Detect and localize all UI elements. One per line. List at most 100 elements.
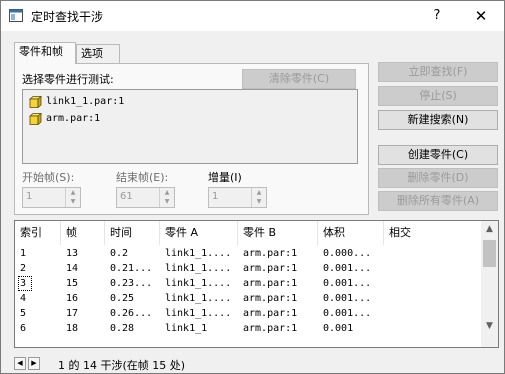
column-header-time[interactable]: 时间: [105, 221, 160, 245]
interference-dialog: 定时查找干涉 ? ✕ 零件和帧 选项 选择零件进行测试: 清除零件(C) lin…: [0, 0, 505, 374]
part-name: arm.par:1: [46, 113, 101, 124]
table-row[interactable]: 2 14 0.21... link1_1.... arm.par:1 0.001...: [15, 261, 481, 276]
cell-part-b: arm.par:1: [243, 278, 298, 289]
delete-part-button[interactable]: 删除零件(D): [378, 168, 498, 188]
part-cube-icon: [29, 96, 42, 108]
arrow-down-icon[interactable]: ▼: [252, 197, 266, 206]
column-header-frame[interactable]: 帧: [61, 221, 105, 245]
scroll-thumb[interactable]: [483, 240, 496, 267]
step-value: 1: [212, 191, 219, 202]
column-header-part-b[interactable]: 零件 B: [238, 221, 318, 245]
status-text: 1 的 14 干涉(在帧 15 处): [58, 359, 186, 372]
column-header-part-a[interactable]: 零件 A: [160, 221, 238, 245]
title-bar: 定时查找干涉 ? ✕: [1, 1, 504, 31]
arrow-down-icon[interactable]: ▼: [160, 197, 174, 206]
start-frame-stepper[interactable]: 1 ▲ ▼: [22, 187, 81, 208]
end-frame-stepper[interactable]: 61 ▲ ▼: [116, 187, 175, 208]
cell-time: 0.2: [110, 248, 129, 259]
cell-intersect: [384, 306, 481, 321]
select-parts-label: 选择零件进行测试:: [22, 73, 114, 86]
clear-parts-button[interactable]: 清除零件(C): [242, 69, 356, 89]
cell-frame: 18: [66, 323, 79, 334]
part-cube-icon: [29, 113, 42, 125]
cell-frame: 16: [66, 293, 79, 304]
status-bar: ◀ ▶ 1 的 14 干涉(在帧 15 处): [14, 356, 499, 372]
cell-part-a: link1_1....: [165, 263, 232, 274]
cell-part-b: arm.par:1: [243, 308, 298, 319]
help-button[interactable]: ?: [425, 5, 449, 27]
stepper-buttons: ▲ ▼: [65, 188, 80, 207]
create-part-button[interactable]: 创建零件(C): [378, 145, 498, 165]
cell-intersect: [384, 261, 481, 276]
tab-options[interactable]: 选项: [76, 44, 120, 64]
new-search-button[interactable]: 新建搜索(N): [378, 110, 498, 130]
cell-intersect: [384, 291, 481, 306]
step-stepper[interactable]: 1 ▲ ▼: [208, 187, 267, 208]
table-row[interactable]: 6 18 0.28 link1_1 arm.par:1 0.001: [15, 321, 481, 336]
delete-all-parts-button[interactable]: 删除所有零件(A): [378, 191, 498, 211]
cell-time: 0.25: [110, 293, 135, 304]
next-icon[interactable]: ▶: [28, 357, 40, 370]
scroll-up-icon[interactable]: ▲: [481, 221, 498, 238]
end-frame-value: 61: [120, 191, 133, 202]
start-frame-label: 开始帧(S):: [22, 171, 75, 184]
cell-time: 0.26...: [110, 308, 153, 319]
column-header-volume[interactable]: 体积: [318, 221, 384, 245]
cell-frame: 13: [66, 248, 79, 259]
cell-volume: 0.001...: [323, 263, 372, 274]
cell-intersect: [384, 321, 481, 336]
table-row[interactable]: 4 16 0.25 link1_1.... arm.par:1 0.001...: [15, 291, 481, 306]
stepper-buttons: ▲ ▼: [251, 188, 266, 207]
scroll-down-icon[interactable]: ▼: [481, 318, 498, 335]
cell-index: 3: [18, 276, 32, 291]
cell-time: 0.21...: [110, 263, 153, 274]
arrow-up-icon[interactable]: ▲: [66, 188, 80, 197]
cell-part-a: link1_1....: [165, 293, 232, 304]
tab-parts-and-frames[interactable]: 零件和帧: [14, 42, 76, 64]
cell-time: 0.23...: [110, 278, 153, 289]
cell-time: 0.28: [110, 323, 135, 334]
cell-volume: 0.001...: [323, 293, 372, 304]
cell-volume: 0.001...: [323, 278, 372, 289]
cell-part-a: link1_1....: [165, 308, 232, 319]
stepper-buttons: ▲ ▼: [159, 188, 174, 207]
table-row[interactable]: 5 17 0.26... link1_1.... arm.par:1 0.001...: [15, 306, 481, 321]
cell-volume: 0.001: [323, 323, 354, 334]
cell-part-b: arm.par:1: [243, 263, 298, 274]
table-row[interactable]: 1 13 0.2 link1_1.... arm.par:1 0.000...: [15, 246, 481, 261]
column-header-intersect[interactable]: 相交: [384, 221, 481, 245]
cell-index: 1: [20, 248, 27, 259]
cell-part-a: link1_1: [165, 323, 208, 334]
cell-index: 5: [20, 308, 27, 319]
end-frame-label: 结束帧(E):: [116, 171, 169, 184]
arrow-down-icon[interactable]: ▼: [66, 197, 80, 206]
cell-index: 6: [20, 323, 27, 334]
part-name: link1_1.par:1: [46, 96, 125, 107]
arrow-up-icon[interactable]: ▲: [160, 188, 174, 197]
cell-index: 2: [20, 263, 27, 274]
cell-part-b: arm.par:1: [243, 248, 298, 259]
cell-volume: 0.000...: [323, 248, 372, 259]
arrow-up-icon[interactable]: ▲: [252, 188, 266, 197]
column-header-index[interactable]: 索引: [15, 221, 61, 245]
stop-button[interactable]: 停止(S): [378, 86, 498, 106]
cell-frame: 15: [66, 278, 79, 289]
cell-index: 4: [20, 293, 27, 304]
cell-part-a: link1_1....: [165, 248, 232, 259]
cell-part-a: link1_1....: [165, 278, 232, 289]
find-now-button[interactable]: 立即查找(F): [378, 62, 498, 82]
close-button[interactable]: ✕: [469, 5, 493, 27]
cell-intersect: [384, 246, 481, 261]
table-row[interactable]: 3 15 0.23... link1_1.... arm.par:1 0.001...: [15, 276, 481, 291]
list-item[interactable]: link1_1.par:1: [29, 94, 124, 110]
vertical-scrollbar[interactable]: ▲ ▼: [481, 221, 498, 347]
list-item[interactable]: arm.par:1: [29, 111, 100, 127]
cell-part-b: arm.par:1: [243, 323, 298, 334]
previous-icon[interactable]: ◀: [14, 357, 26, 370]
cell-part-b: arm.par:1: [243, 293, 298, 304]
cell-frame: 14: [66, 263, 79, 274]
parts-list[interactable]: link1_1.par:1 arm.par:1: [22, 89, 358, 164]
start-frame-value: 1: [26, 191, 33, 202]
interference-results-table[interactable]: 索引 帧 时间 零件 A 零件 B 体积 相交 1 13 0.2 link1_1...…: [14, 220, 499, 348]
cell-intersect: [384, 276, 481, 291]
